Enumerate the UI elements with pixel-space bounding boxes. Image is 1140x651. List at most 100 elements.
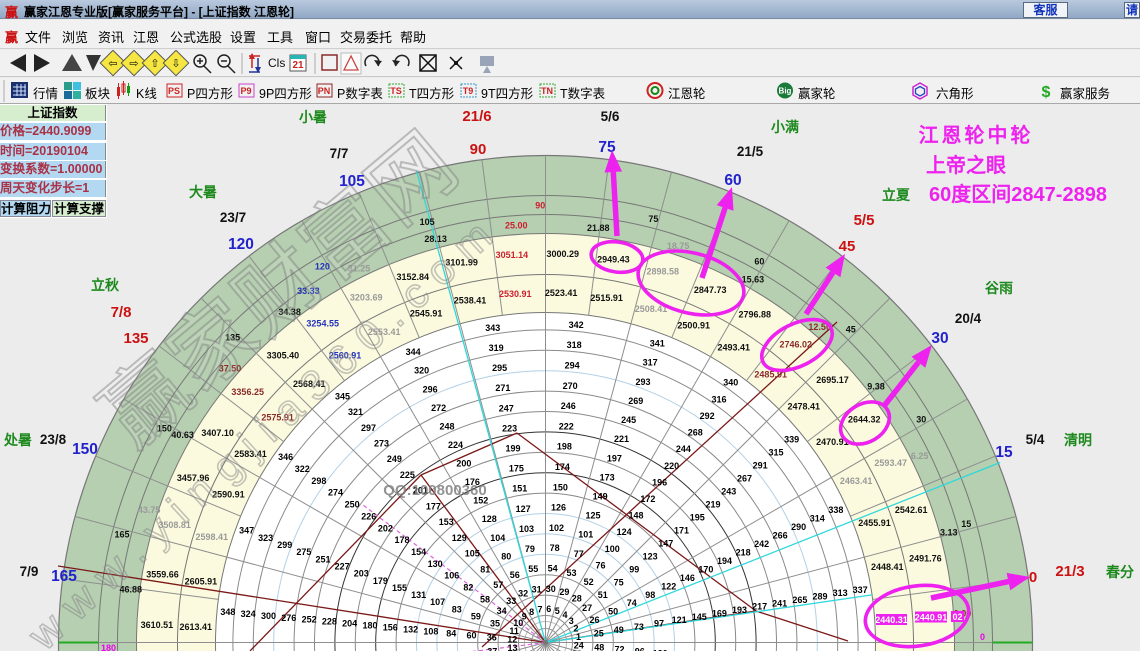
svg-text:121: 121 [672,615,687,625]
svg-text:123: 123 [643,551,658,561]
svg-text:196: 196 [652,477,667,487]
svg-text:3: 3 [569,616,574,626]
svg-text:220: 220 [664,461,679,471]
svg-text:2530.91: 2530.91 [499,289,532,299]
svg-text:268: 268 [688,428,703,438]
svg-text:2598.41: 2598.41 [196,532,229,542]
svg-text:155: 155 [392,583,407,593]
svg-text:120: 120 [228,236,254,253]
svg-text:99: 99 [629,564,639,574]
svg-text:105: 105 [465,549,480,559]
svg-text:246: 246 [561,401,576,411]
svg-text:3000.29: 3000.29 [547,249,580,259]
svg-text:84: 84 [446,628,456,638]
svg-text:198: 198 [557,442,572,452]
svg-text:2515.91: 2515.91 [590,293,623,303]
svg-text:2463.41: 2463.41 [840,476,873,486]
svg-text:60: 60 [724,172,741,189]
svg-text:3356.25: 3356.25 [231,387,264,397]
svg-text:4: 4 [562,610,567,620]
svg-text:立秋: 立秋 [91,277,120,293]
svg-text:300: 300 [261,611,276,621]
svg-text:299: 299 [277,540,292,550]
svg-text:21.88: 21.88 [587,223,610,233]
svg-text:7/7: 7/7 [330,146,349,161]
svg-text:170: 170 [698,564,713,574]
svg-text:347: 347 [239,526,254,536]
svg-text:60: 60 [466,630,476,640]
svg-text:103: 103 [519,524,534,534]
svg-text:315: 315 [768,448,783,458]
svg-text:145: 145 [692,612,707,622]
svg-text:273: 273 [374,439,389,449]
svg-text:45: 45 [846,325,856,335]
svg-text:15: 15 [961,519,971,529]
svg-text:105: 105 [339,173,365,190]
svg-text:128: 128 [482,514,497,524]
svg-text:314: 314 [810,514,825,524]
svg-text:TN: TN [541,86,553,96]
svg-text:147: 147 [658,538,673,548]
svg-text:Big: Big [779,87,792,96]
svg-text:15: 15 [995,444,1013,461]
svg-text:320: 320 [414,366,429,376]
svg-text:338: 338 [828,505,843,515]
svg-text:248: 248 [439,421,454,431]
svg-text:251: 251 [315,554,330,564]
svg-text:13: 13 [507,643,517,651]
svg-text:9.38: 9.38 [867,382,885,392]
svg-text:154: 154 [411,547,426,557]
svg-text:124: 124 [617,527,632,537]
svg-text:135: 135 [123,330,148,347]
svg-text:21/5: 21/5 [737,144,764,159]
svg-text:178: 178 [394,535,409,545]
svg-text:172: 172 [640,494,655,504]
svg-text:⇧: ⇧ [150,58,159,70]
svg-text:80: 80 [501,551,511,561]
svg-text:337: 337 [853,585,868,595]
svg-text:292: 292 [700,411,715,421]
svg-text:97: 97 [654,619,664,629]
svg-text:78: 78 [550,543,560,553]
svg-text:219: 219 [705,499,720,509]
svg-text:5/6: 5/6 [601,109,620,124]
svg-text:150: 150 [72,441,98,458]
svg-text:0: 0 [1029,569,1037,586]
svg-text:106: 106 [444,571,459,581]
svg-text:54: 54 [548,564,558,574]
svg-text:298: 298 [311,476,326,486]
svg-text:342: 342 [569,320,584,330]
svg-text:177: 177 [426,502,441,512]
svg-text:3559.66: 3559.66 [146,570,179,580]
svg-text:226: 226 [361,511,376,521]
svg-text:75: 75 [648,214,658,224]
svg-text:218: 218 [736,548,751,558]
svg-text:0: 0 [980,632,985,642]
svg-text:241: 241 [772,598,787,608]
svg-text:33: 33 [506,596,516,606]
svg-text:⇦: ⇦ [108,58,117,70]
svg-text:274: 274 [328,488,343,498]
svg-text:3407.10: 3407.10 [201,428,234,438]
svg-text:348: 348 [220,607,235,617]
svg-text:28: 28 [572,594,582,604]
svg-text:48: 48 [594,643,604,651]
svg-text:313: 313 [833,588,848,598]
svg-text:2847.73: 2847.73 [694,285,727,295]
svg-text:165: 165 [51,568,77,585]
svg-text:02: 02 [952,612,962,622]
svg-text:245: 245 [621,415,636,425]
svg-text:319: 319 [489,343,504,353]
svg-text:250: 250 [345,500,360,510]
svg-text:272: 272 [431,403,446,413]
svg-text:TS: TS [390,86,402,96]
svg-text:处暑: 处暑 [3,432,32,448]
svg-text:59: 59 [471,612,481,622]
svg-text:立夏: 立夏 [882,187,911,203]
svg-text:171: 171 [674,525,689,535]
svg-text:上帝之眼: 上帝之眼 [926,153,1006,177]
svg-text:7/9: 7/9 [20,564,39,579]
svg-text:2: 2 [573,624,578,634]
svg-text:275: 275 [296,547,311,557]
svg-text:322: 322 [295,464,310,474]
